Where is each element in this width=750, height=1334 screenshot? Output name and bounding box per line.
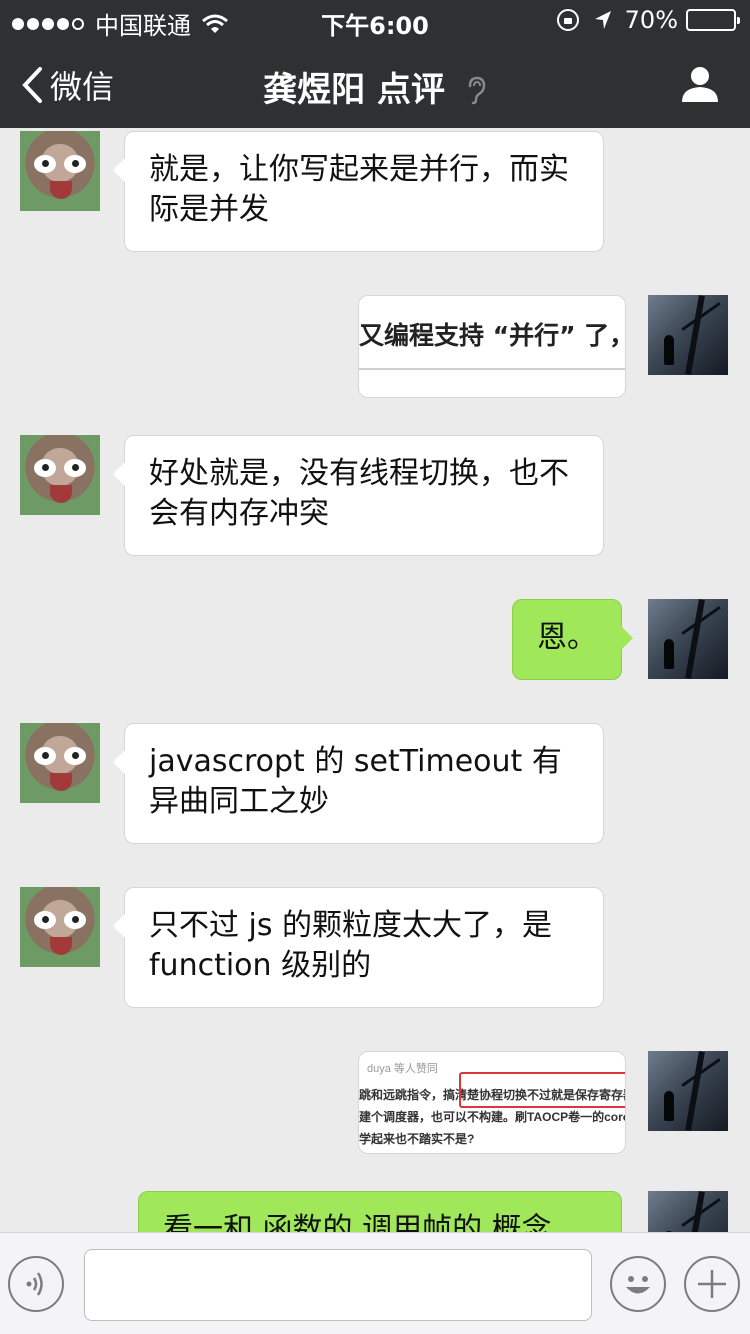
avatar-mouth [50, 485, 72, 503]
avatar-eye [64, 747, 86, 765]
message-bubble[interactable]: 好处就是，没有线程切换，也不会有内存冲突 [113, 435, 604, 556]
voice-icon [26, 1272, 43, 1296]
location-icon [594, 11, 611, 29]
image-line: 学起来也不踏实不是? [359, 1132, 475, 1146]
nav-bar: 微信 龚煜阳 点评 [0, 40, 750, 128]
input-bar [0, 1232, 750, 1334]
avatar-mouth [50, 937, 72, 955]
image-message[interactable]: duya 等人赞同 跳和远跳指令，搞清楚协程切换不过就是保存寄存器 建个调度器，… [358, 1051, 626, 1154]
my-avatar[interactable] [648, 1191, 728, 1232]
image-header: duya 等人赞同 [367, 1063, 438, 1075]
plus-button[interactable] [684, 1256, 740, 1312]
message-bubble[interactable]: 恩。 [512, 599, 633, 680]
my-avatar[interactable] [648, 295, 728, 375]
avatar-eye [64, 155, 86, 173]
message-input[interactable] [84, 1249, 592, 1321]
contact-avatar[interactable] [20, 435, 100, 515]
profile-icon[interactable] [680, 64, 720, 104]
highlight-box [459, 1072, 625, 1108]
avatar-mouth [50, 181, 72, 199]
message-bubble[interactable]: 只不过 js 的颗粒度太大了，是 function 级别的 [113, 887, 604, 1008]
message-bubble[interactable]: javascropt 的 setTimeout 有异曲同工之妙 [113, 723, 604, 844]
image-line: 建个调度器，也可以不构建。刷TAOCP卷一的coro [359, 1110, 626, 1124]
contact-avatar[interactable] [20, 723, 100, 803]
chat-title-text: 龚煜阳 点评 [263, 70, 445, 110]
image-message-text: 又编程支持 “并行” 了， [359, 321, 626, 350]
avatar-mouth [50, 773, 72, 791]
emoji-button[interactable] [610, 1256, 666, 1312]
avatar-figure [664, 639, 674, 669]
avatar-eye [64, 911, 86, 929]
contact-avatar[interactable] [20, 131, 100, 211]
avatar-figure [664, 335, 674, 365]
avatar-eye [34, 155, 56, 173]
avatar-tree [685, 599, 705, 679]
avatar-eye [34, 911, 56, 929]
avatar-eye [34, 747, 56, 765]
emoji-icon [626, 1276, 650, 1294]
avatar-eye [34, 459, 56, 477]
avatar-figure [664, 1091, 674, 1121]
battery-icon [686, 9, 740, 31]
chat-area[interactable]: 就是，让你写起来是并行，而实际是并发 又编程支持 “并行” 了， 好处就是，没有… [0, 128, 750, 1232]
avatar-tree [685, 295, 705, 375]
my-avatar[interactable] [648, 599, 728, 679]
plus-icon [698, 1270, 726, 1298]
status-bar: 中国联通 下午6:00 70% [0, 0, 750, 40]
status-right: 70% [556, 6, 740, 34]
top-bar: 中国联通 下午6:00 70% 微信 龚煜阳 点评 [0, 0, 750, 128]
image-divider [359, 368, 625, 370]
contact-avatar[interactable] [20, 887, 100, 967]
lock-rotation-icon [556, 9, 579, 31]
message-bubble[interactable]: 看一和 函数的 调用帧的 概念 [138, 1191, 622, 1232]
voice-button[interactable] [8, 1256, 64, 1312]
my-avatar[interactable] [648, 1051, 728, 1131]
chat-title: 龚煜阳 点评 [0, 62, 750, 111]
avatar-tree [685, 1051, 705, 1131]
ear-icon [468, 76, 486, 105]
image-message[interactable]: 又编程支持 “并行” 了， [358, 295, 626, 398]
message-bubble[interactable]: 就是，让你写起来是并行，而实际是并发 [113, 131, 604, 252]
avatar-eye [64, 459, 86, 477]
battery-percent: 70% [624, 6, 678, 34]
